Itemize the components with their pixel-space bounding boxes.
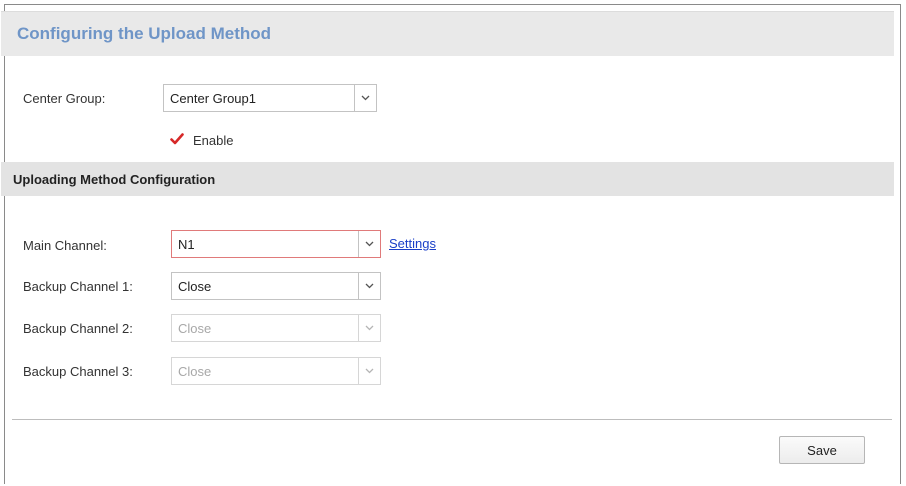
backup-channel-1-label: Backup Channel 1: [23,279,133,294]
center-group-select[interactable]: Center Group1 [163,84,377,112]
chevron-down-icon [358,358,380,384]
section-header: Uploading Method Configuration [1,162,894,196]
backup-channel-1-select[interactable]: Close [171,272,381,300]
chevron-down-icon [358,315,380,341]
chevron-down-icon[interactable] [358,231,380,257]
backup-channel-3-value: Close [178,364,212,379]
divider [12,419,892,420]
panel-header: Configuring the Upload Method [1,11,894,56]
enable-checkbox[interactable] [170,132,184,146]
backup-channel-2-label: Backup Channel 2: [23,321,133,336]
main-channel-label: Main Channel: [23,238,107,253]
section-title: Uploading Method Configuration [13,172,216,187]
main-channel-value: N1 [178,237,195,252]
backup-channel-3-select: Close [171,357,381,385]
backup-channel-2-select: Close [171,314,381,342]
chevron-down-icon[interactable] [358,273,380,299]
upload-method-panel [4,4,901,484]
chevron-down-icon[interactable] [354,85,376,111]
center-group-value: Center Group1 [170,91,256,106]
save-button[interactable]: Save [779,436,865,464]
enable-label: Enable [193,133,234,148]
checkmark-icon [170,133,184,145]
page-title: Configuring the Upload Method [17,24,272,43]
center-group-label: Center Group: [23,91,106,106]
backup-channel-3-label: Backup Channel 3: [23,364,133,379]
settings-link[interactable]: Settings [389,236,436,251]
backup-channel-2-value: Close [178,321,212,336]
main-channel-select[interactable]: N1 [171,230,381,258]
backup-channel-1-value: Close [178,279,212,294]
